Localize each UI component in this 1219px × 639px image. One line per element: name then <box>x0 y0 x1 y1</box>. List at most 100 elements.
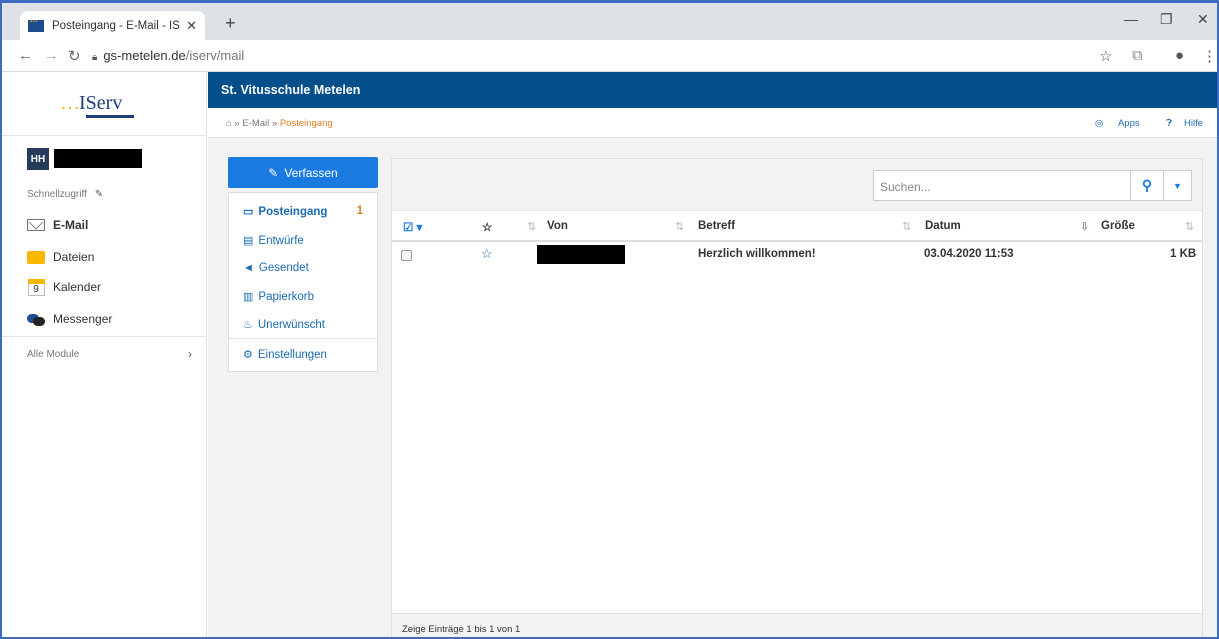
folder-icon <box>27 250 45 264</box>
iserv-logo[interactable]: …IServ <box>60 92 122 115</box>
folder-spam[interactable]: ♨ Unerwünscht <box>243 318 325 332</box>
folder-inbox[interactable]: ▭ Posteingang <box>243 205 327 219</box>
minimize-button[interactable]: — <box>1124 11 1138 27</box>
logo-underline <box>86 115 134 118</box>
address-bar: ← → ↻ 🔒︎ gs-metelen.de/iserv/mail ☆ ⧉ ● ⋮ <box>2 40 1217 72</box>
school-header: St. Vitusschule Metelen <box>208 72 1217 108</box>
divider <box>2 135 207 136</box>
sort-icon[interactable]: ⇅ <box>1185 220 1194 233</box>
quick-access-text: Schnellzugriff <box>27 189 87 200</box>
window-close-button[interactable]: ✕ <box>1197 11 1209 28</box>
search-input[interactable]: Suchen... <box>873 170 1131 201</box>
folder-sent[interactable]: ◄ Gesendet <box>243 262 309 274</box>
mail-icon <box>27 219 45 231</box>
toolbar: Suchen... ⚲ ▼ <box>392 159 1202 211</box>
lock-icon: 🔒︎ <box>92 52 98 63</box>
folder-label: Unerwünscht <box>257 318 325 331</box>
all-modules-link[interactable]: Alle Module <box>27 349 79 360</box>
folder-label: Entwürfe <box>258 234 304 247</box>
spam-icon: ♨ <box>243 319 253 331</box>
breadcrumb: ⌂ » E-Mail » Posteingang <box>226 118 333 129</box>
browser-menu-icon[interactable]: ⋮ <box>1202 47 1217 65</box>
apps-link[interactable]: ◎ Apps <box>1083 118 1140 129</box>
breadcrumb-separator: » <box>234 118 240 129</box>
apps-label: Apps <box>1117 118 1140 129</box>
sort-icon[interactable]: ⇅ <box>902 220 911 233</box>
sort-icon[interactable]: ⇅ <box>527 220 536 233</box>
gear-icon: ⚙ <box>243 349 253 361</box>
column-from[interactable]: Von <box>547 220 568 232</box>
star-icon[interactable]: ☆ <box>481 246 493 262</box>
settings-label: Einstellungen <box>257 348 327 361</box>
apps-icon: ◎ <box>1095 118 1104 129</box>
bookmark-star-icon[interactable]: ☆ <box>1099 47 1112 65</box>
browser-tab[interactable]: Posteingang - E-Mail - IServ - gs ✕ <box>20 11 205 40</box>
help-icon: ❓︎ <box>1166 118 1172 129</box>
back-icon[interactable]: ← <box>18 47 33 64</box>
new-tab-button[interactable]: + <box>225 13 236 34</box>
redacted-sender <box>537 245 625 264</box>
mail-subject[interactable]: Herzlich willkommen! <box>698 248 816 260</box>
avatar[interactable]: HH <box>27 148 49 170</box>
folder-drafts[interactable]: ▤ Entwürfe <box>243 234 304 248</box>
select-all-checkbox-icon[interactable]: ☑ ▾ <box>403 220 422 234</box>
sidebar-item-messenger[interactable]: Messenger <box>27 312 112 326</box>
messenger-icon <box>27 313 45 326</box>
help-link[interactable]: ❓︎ Hilfe <box>1154 118 1203 129</box>
inbox-icon: ▭ <box>243 206 254 218</box>
mail-list-panel: Suchen... ⚲ ▼ ☑ ▾ ☆ ⇅ Von ⇅ Betreff ⇅ Da… <box>391 158 1203 637</box>
forward-icon[interactable]: → <box>44 47 59 64</box>
sidebar-item-files[interactable]: Dateien <box>27 250 94 264</box>
sidebar-item-calendar[interactable]: 9 Kalender <box>27 278 102 296</box>
breadcrumb-bar: ⌂ » E-Mail » Posteingang ◎ Apps ❓︎ Hilfe <box>208 108 1217 138</box>
help-label: Hilfe <box>1183 118 1203 129</box>
maximize-button[interactable]: ❐ <box>1160 11 1173 28</box>
sort-desc-icon[interactable]: ⇩ <box>1080 220 1089 233</box>
row-checkbox[interactable] <box>401 250 412 261</box>
star-column-icon[interactable]: ☆ <box>482 220 492 234</box>
logo-dots-icon: … <box>60 92 80 114</box>
reload-icon[interactable]: ↻ <box>68 47 81 65</box>
home-icon[interactable]: ⌂ <box>226 118 232 129</box>
extension-icon[interactable]: ⧉ <box>1132 47 1143 64</box>
sidebar-item-label: Kalender <box>53 280 102 294</box>
pencil-icon: ✎ <box>268 165 279 180</box>
tab-close-icon[interactable]: ✕ <box>186 18 197 34</box>
column-size[interactable]: Größe <box>1101 220 1135 232</box>
sidebar: …IServ HH Schnellzugriff ✎ E-Mail Dateien… <box>2 72 207 637</box>
folder-trash[interactable]: ▥ Papierkorb <box>243 290 315 304</box>
search-button[interactable]: ⚲ <box>1131 170 1164 201</box>
chevron-right-icon[interactable]: › <box>188 347 192 361</box>
browser-window: Posteingang - E-Mail - IServ - gs ✕ + — … <box>0 0 1219 639</box>
mail-date: 03.04.2020 11:53 <box>924 248 1014 260</box>
compose-button[interactable]: ✎ Verfassen <box>228 157 378 188</box>
trash-icon: ▥ <box>243 291 254 303</box>
profile-icon[interactable]: ● <box>1175 47 1184 64</box>
settings-link[interactable]: ⚙ Einstellungen <box>243 348 327 362</box>
folder-list: ▭ Posteingang 1 ▤ Entwürfe ◄ Gesendet ▥ … <box>228 192 378 372</box>
quick-access-label: Schnellzugriff ✎ <box>27 189 103 200</box>
table-row[interactable]: ☆ Herzlich willkommen! 03.04.2020 11:53 … <box>392 244 1202 266</box>
breadcrumb-separator: » <box>271 118 278 129</box>
folder-label: Gesendet <box>258 262 309 274</box>
sidebar-item-label: Messenger <box>53 312 113 326</box>
sort-icon[interactable]: ⇅ <box>675 220 684 233</box>
unread-count-badge: 1 <box>356 205 363 217</box>
tab-title: Posteingang - E-Mail - IServ - gs <box>52 19 180 32</box>
tab-strip: Posteingang - E-Mail - IServ - gs ✕ + — … <box>2 3 1217 40</box>
sidebar-item-label: E-Mail <box>53 218 89 232</box>
breadcrumb-email[interactable]: E-Mail <box>242 118 269 129</box>
drafts-icon: ▤ <box>243 235 254 247</box>
mail-size: 1 KB <box>1170 248 1197 260</box>
url-host: gs-metelen.de <box>103 48 186 63</box>
divider <box>229 338 377 339</box>
search-icon: ⚲ <box>1141 177 1153 193</box>
column-subject[interactable]: Betreff <box>698 220 735 232</box>
edit-pencil-icon[interactable]: ✎ <box>95 189 103 200</box>
column-date[interactable]: Datum <box>925 220 961 232</box>
breadcrumb-inbox: Posteingang <box>279 118 333 129</box>
url-field[interactable]: 🔒︎ gs-metelen.de/iserv/mail <box>92 48 244 63</box>
sidebar-item-email[interactable]: E-Mail <box>27 218 88 232</box>
folder-label: Papierkorb <box>258 290 315 303</box>
search-options-dropdown[interactable]: ▼ <box>1164 170 1192 201</box>
